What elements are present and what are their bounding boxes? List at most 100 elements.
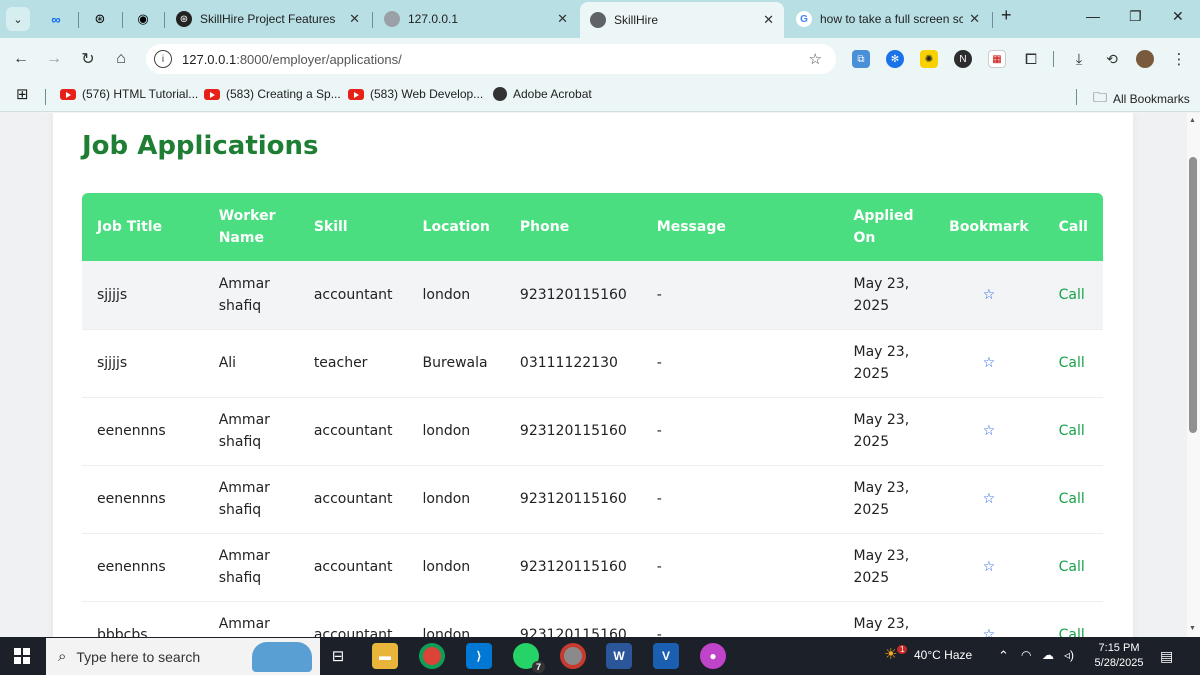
extension-sun-icon[interactable]: ✺ (920, 50, 938, 68)
table-row: sjjjjs Ammar shafiq accountant london 92… (82, 261, 1103, 330)
cell-applied-on: May 23, 2025 (838, 261, 935, 330)
profile-avatar[interactable] (1136, 50, 1154, 68)
performance-icon[interactable]: ⟲ (1103, 50, 1121, 68)
cell-job-title: eenennns (82, 397, 204, 466)
site-info-icon[interactable]: i (154, 50, 172, 68)
wifi-icon[interactable]: ◠ (1021, 648, 1031, 662)
close-tab-icon[interactable]: ✕ (763, 12, 774, 28)
chrome-profile-icon[interactable] (560, 643, 586, 669)
task-view-icon[interactable]: ⊟ (325, 643, 351, 669)
close-tab-icon[interactable]: ✕ (557, 11, 568, 27)
tab-skillhire-features[interactable]: ⊛ SkillHire Project Features ✕ (166, 4, 370, 34)
whatsapp-icon[interactable]: 7 (513, 643, 545, 673)
download-icon[interactable]: ⤓ (1070, 50, 1088, 68)
github-pinned-tab-icon[interactable]: ◉ (133, 9, 153, 29)
bookmark-star-icon[interactable]: ☆ (983, 627, 996, 637)
extension-nl-icon[interactable]: N (954, 50, 972, 68)
cell-call: Call (1043, 533, 1103, 602)
globe-icon (493, 87, 507, 101)
call-link[interactable]: Call (1059, 355, 1085, 371)
cell-worker-name: Ammar shafiq (203, 533, 299, 602)
bookmark-star-icon[interactable]: ☆ (983, 287, 996, 303)
toolbar-separator (1053, 51, 1054, 67)
close-tab-icon[interactable]: ✕ (969, 11, 980, 27)
bookmark-item[interactable]: (583) Web Develop... (348, 87, 483, 101)
call-link[interactable]: Call (1059, 559, 1085, 575)
cell-message: - (641, 329, 839, 398)
apps-grid-icon[interactable]: ⊞ (16, 85, 29, 103)
word-icon[interactable]: W (606, 643, 632, 669)
tab-search-chevron-icon[interactable]: ⌄ (6, 7, 30, 31)
menu-kebab-icon[interactable]: ⋮ (1170, 50, 1188, 68)
windows-start-icon[interactable] (14, 648, 30, 664)
bookmark-item[interactable]: (576) HTML Tutorial... (60, 87, 198, 101)
bookmark-item[interactable]: Adobe Acrobat (493, 87, 592, 101)
call-link[interactable]: Call (1059, 287, 1085, 303)
weather-icon[interactable]: ☀ (884, 645, 897, 663)
cloud-icon[interactable]: ☁ (1042, 648, 1054, 662)
visio-icon[interactable]: V (653, 643, 679, 669)
file-explorer-icon[interactable]: ▬ (372, 643, 398, 669)
col-header-location: Location (422, 219, 490, 235)
extension-translate-icon[interactable]: ⧉ (852, 50, 870, 68)
cell-applied-on: May 23, 2025 (838, 601, 935, 637)
browser-toolbar: ← → ↻ ⌂ i 127.0.0.1:8000/employer/applic… (0, 38, 1200, 80)
url-path: :8000/employer/applications/ (236, 51, 402, 67)
taskbar-search-box[interactable]: ⌕ Type here to search (46, 638, 320, 675)
call-link[interactable]: Call (1059, 423, 1085, 439)
address-bar[interactable]: i 127.0.0.1:8000/employer/applications/ … (146, 44, 836, 74)
clock[interactable]: 7:15 PM 5/28/2025 (1088, 641, 1150, 671)
cell-bookmark: ☆ (934, 329, 1044, 398)
chrome-icon[interactable] (419, 643, 445, 669)
extension-settings-icon[interactable]: ✻ (886, 50, 904, 68)
tray-chevron-up-icon[interactable]: ⌃ (998, 648, 1009, 664)
paint-drop-icon[interactable]: ● (700, 643, 726, 669)
scroll-up-arrow-icon[interactable]: ▲ (1189, 117, 1196, 124)
new-tab-button[interactable]: + (1001, 5, 1012, 26)
globe-icon (590, 12, 606, 28)
forward-icon[interactable]: → (43, 48, 65, 70)
minimize-icon[interactable]: — (1086, 8, 1100, 24)
tab-title: SkillHire Project Features (200, 12, 336, 26)
vscode-icon[interactable]: ⟩ (466, 643, 492, 669)
call-link[interactable]: Call (1059, 627, 1085, 637)
restore-icon[interactable]: ❐ (1129, 8, 1142, 25)
bookmark-star-icon[interactable]: ☆ (983, 559, 996, 575)
home-icon[interactable]: ⌂ (110, 48, 132, 70)
col-header-message: Message (656, 219, 726, 235)
meta-pinned-tab-icon[interactable]: ∞ (46, 9, 66, 29)
applications-table: Job Title Worker Name Skill Location Pho… (82, 193, 1103, 637)
tab-skillhire-active[interactable]: SkillHire ✕ (580, 2, 784, 38)
scrollbar-thumb[interactable] (1189, 157, 1197, 433)
close-tab-icon[interactable]: ✕ (349, 11, 360, 27)
reload-icon[interactable]: ↻ (77, 48, 99, 70)
scroll-down-arrow-icon[interactable]: ▼ (1189, 625, 1196, 632)
tab-separator (78, 12, 79, 28)
weather-text[interactable]: 40°C Haze (914, 648, 972, 662)
volume-icon[interactable]: ◃) (1064, 648, 1074, 662)
bookmark-star-icon[interactable]: ☆ (983, 355, 996, 371)
bookmark-star-icon[interactable]: ☆ (983, 491, 996, 507)
bookmark-star-icon[interactable]: ☆ (809, 50, 822, 68)
extensions-puzzle-icon[interactable]: ⧠ (1022, 50, 1040, 68)
tab-separator (992, 12, 993, 28)
close-window-icon[interactable]: ✕ (1172, 8, 1184, 25)
chatgpt-pinned-tab-icon[interactable]: ⊛ (90, 9, 110, 29)
bookmark-item[interactable]: (583) Creating a Sp... (204, 87, 341, 101)
cell-worker-name: Ammar shafiq (203, 261, 299, 330)
table-row: eenennns Ammar shafiq accountant london … (82, 465, 1103, 534)
page-scrollbar[interactable]: ▲ ▼ (1187, 113, 1200, 637)
tab-google-search[interactable]: G how to take a full screen sc ✕ (786, 4, 990, 34)
all-bookmarks-button[interactable]: 🗀 All Bookmarks (1093, 87, 1190, 111)
extension-image-icon[interactable]: ▦ (988, 50, 1006, 68)
cell-job-title: sjjjjs (82, 329, 204, 398)
bookmark-star-icon[interactable]: ☆ (983, 423, 996, 439)
notification-icon[interactable]: ▤ (1160, 648, 1173, 665)
call-link[interactable]: Call (1059, 491, 1085, 507)
back-icon[interactable]: ← (10, 48, 32, 70)
bookmark-separator (45, 89, 46, 105)
tab-localhost[interactable]: 127.0.0.1 ✕ (374, 4, 578, 34)
bookmark-label: (583) Web Develop... (370, 87, 484, 101)
search-icon: ⌕ (58, 648, 67, 665)
bookmark-label: (583) Creating a Sp... (226, 87, 341, 101)
